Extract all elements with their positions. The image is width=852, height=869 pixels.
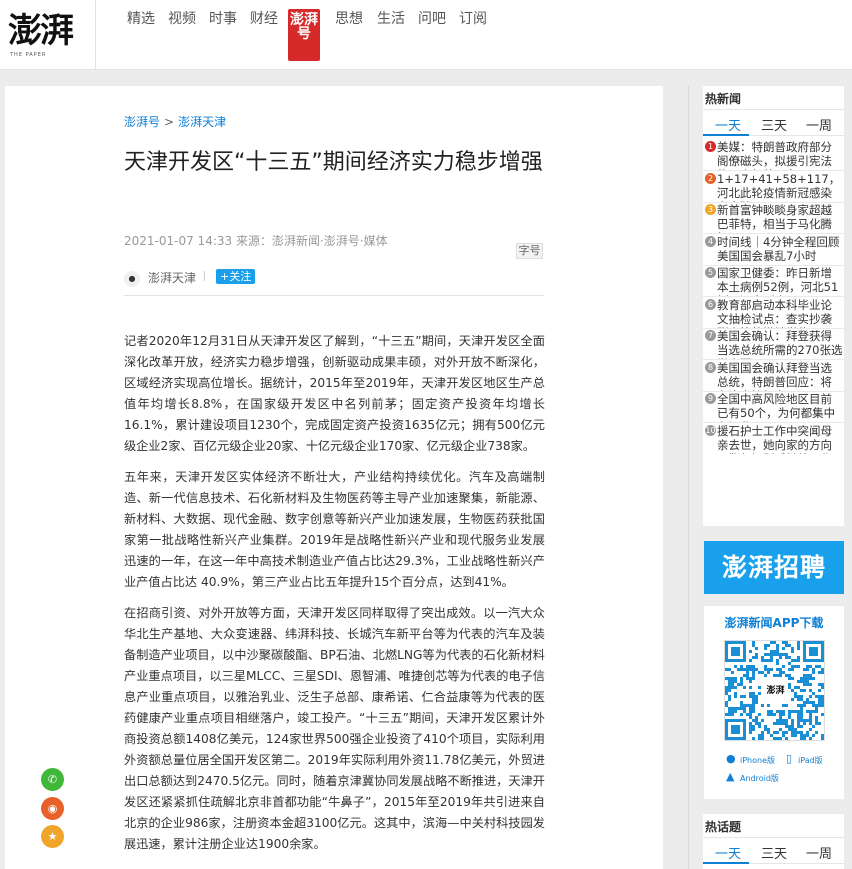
font-size-button[interactable]: 字号	[516, 243, 543, 259]
hot-news-title: 热新闻	[703, 86, 844, 110]
hot-news-rank: 4	[705, 235, 716, 247]
article-meta: 2021-01-07 14:33 来源：澎湃新闻·澎湃号·媒体	[124, 234, 388, 248]
breadcrumb-pengpai-hao[interactable]: 澎湃号	[124, 115, 160, 129]
hot-topics-tabs: 一天 三天 一周	[703, 838, 844, 864]
logo-text[interactable]: 澎湃	[8, 14, 74, 48]
nav-item-finance[interactable]: 财经	[248, 12, 280, 26]
nav-item-video[interactable]: 视频	[166, 12, 198, 26]
tab-active-underline	[703, 862, 749, 864]
hot-news-title[interactable]: 全国中高风险地区目前已有50个，为何都集中在河北？	[717, 392, 843, 422]
logo-subtitle: THE PAPER	[10, 52, 47, 58]
hot-news-title[interactable]: 美国国会确认拜登当选总统，特朗普回应：将有序交接权力	[717, 361, 843, 391]
tab-one-day[interactable]: 一天	[715, 843, 741, 862]
hot-news-title[interactable]: 美媒：特朗普政府部分阁僚磁头，拟援引宪法修正案赶他下台	[717, 140, 843, 170]
author-avatar[interactable]: ●	[124, 271, 140, 287]
hot-news-item[interactable]: 21+17+41+58+117，河北此轮疫情新冠感染者突破	[705, 172, 844, 202]
hot-news-rank: 8	[705, 361, 716, 373]
nav-item-subscribe[interactable]: 订阅	[457, 12, 489, 26]
nav-item-life[interactable]: 生活	[375, 12, 407, 26]
nav-item-featured[interactable]: 精选	[125, 12, 157, 26]
hot-news-title[interactable]: 时间线｜4分钟全程回顾美国国会暴乱7小时	[717, 235, 843, 263]
nav-item-news[interactable]: 时事	[207, 12, 239, 26]
breadcrumb-separator: >	[164, 115, 175, 129]
breadcrumb-pengpai-tianjin[interactable]: 澎湃天津	[178, 115, 226, 129]
hot-news-item[interactable]: 4 时间线｜4分钟全程回顾美国国会暴乱7小时	[705, 235, 844, 265]
tab-one-week[interactable]: 一周	[806, 115, 832, 134]
weibo-icon[interactable]: ◉	[41, 797, 64, 820]
author-bar: ● 澎湃天津 +关注	[124, 266, 544, 296]
hot-news-item[interactable]: 3新首富钟睒睒身家超越巴菲特，相当于马化腾加马云	[705, 203, 844, 233]
ipad-download-link[interactable]: iPad版	[798, 755, 823, 766]
article-container: 澎湃号 > 澎湃天津 天津开发区“十三五”期间经济实力稳步增强 2021-01-07…	[5, 86, 663, 869]
sidebar-divider	[688, 86, 689, 869]
article-body: 记者2020年12月31日从天津开发区了解到，“十三五”期间，天津开发区全面深化…	[124, 331, 545, 865]
recruitment-banner[interactable]: 澎湃招聘	[704, 541, 844, 594]
nav-item-pengpai-hao[interactable]: 澎湃号	[288, 9, 320, 61]
hot-news-title[interactable]: 美国会确认：拜登获得当选总统所需的270张选举人票	[717, 329, 843, 359]
tab-three-days[interactable]: 三天	[761, 843, 787, 862]
ipad-icon: ▯	[786, 752, 793, 765]
hot-news-rank: 9	[705, 393, 716, 404]
hot-news-rank: 6	[705, 298, 716, 310]
hot-news-panel: 热新闻 一天 三天 一周 1美媒：特朗普政府部分阁僚磁头，拟援引宪法修正案赶他下…	[703, 86, 844, 526]
hot-news-title[interactable]: 教育部启动本科毕业论文抽检试点：查实抄袭剽窃等将撤销学位	[717, 298, 843, 328]
tab-three-days[interactable]: 三天	[761, 115, 787, 134]
hot-news-rank: 1	[705, 141, 716, 152]
app-download-title[interactable]: 澎湃新闻APP下载	[704, 614, 844, 631]
qr-center-logo: 澎湃	[763, 679, 788, 704]
hot-topics-panel: 热话题 一天 三天 一周	[703, 814, 844, 869]
hot-news-tabs: 一天 三天 一周	[703, 110, 844, 136]
wechat-icon[interactable]: ✆	[41, 768, 64, 791]
android-download-link[interactable]: Android版	[740, 773, 779, 784]
hot-news-item[interactable]: 10援石护士工作中突闻母亲去世，她向家的方向三鞠躬泪别后继续工作	[705, 424, 844, 454]
tab-one-week[interactable]: 一周	[806, 843, 832, 862]
breadcrumb: 澎湃号 > 澎湃天津	[124, 113, 226, 130]
hot-topics-title: 热话题	[703, 814, 844, 838]
nav-item-ideas[interactable]: 思想	[333, 12, 365, 26]
iphone-download-link[interactable]: iPhone版	[740, 755, 775, 766]
article-paragraph: 记者2020年12月31日从天津开发区了解到，“十三五”期间，天津开发区全面深化…	[124, 334, 545, 453]
hot-news-rank: 2	[705, 172, 716, 184]
hot-news-item[interactable]: 8美国国会确认拜登当选总统，特朗普回应：将有序交接权力	[705, 361, 844, 391]
hot-news-title[interactable]: 1+17+41+58+117，河北此轮疫情新冠感染者突破	[717, 172, 843, 202]
author-name[interactable]: 澎湃天津	[148, 269, 196, 286]
tab-one-day[interactable]: 一天	[715, 115, 741, 134]
hot-news-rank: 7	[705, 330, 716, 341]
author-divider	[204, 271, 205, 281]
hot-news-item[interactable]: 9全国中高风险地区目前已有50个，为何都集中在河北？	[705, 392, 844, 422]
android-icon: ▲	[726, 770, 735, 783]
hot-news-item[interactable]: 7美国会确认：拜登获得当选总统所需的270张选举人票	[705, 329, 844, 359]
follow-button[interactable]: +关注	[216, 269, 256, 284]
tab-active-underline	[703, 134, 749, 136]
app-download-panel: 澎湃新闻APP下载 澎湃 ● iPhone版 ▯ iPad版 ▲ Android…	[704, 606, 844, 799]
hot-news-rank: 3	[705, 204, 716, 215]
nav-item-ask[interactable]: 问吧	[416, 12, 448, 26]
article-paragraph: 在招商引资、对外开放等方面，天津开发区同样取得了突出成效。以一汽大众华北生产基地…	[124, 606, 545, 851]
article-title: 天津开发区“十三五”期间经济实力稳步增强	[124, 150, 543, 175]
article-paragraph: 五年来，天津开发区实体经济不断壮大，产业结构持续优化。汽车及高端制造、新一代信息…	[124, 470, 545, 589]
qr-code: 澎湃	[724, 640, 825, 741]
hot-news-rank: 5	[705, 267, 716, 278]
apple-icon: ●	[726, 752, 736, 765]
hot-news-item[interactable]: 1美媒：特朗普政府部分阁僚磁头，拟援引宪法修正案赶他下台	[705, 140, 844, 170]
hot-news-title[interactable]: 新首富钟睒睒身家超越巴菲特，相当于马化腾加马云	[717, 203, 843, 233]
hot-news-item[interactable]: 5国家卫健委：昨日新增本土病例52例，河北51例，辽宁1例	[705, 266, 844, 296]
hot-news-title[interactable]: 国家卫健委：昨日新增本土病例52例，河北51例，辽宁1例	[717, 266, 843, 296]
hot-news-title[interactable]: 援石护士工作中突闻母亲去世，她向家的方向三鞠躬泪别后继续工作	[717, 424, 843, 454]
site-header: 澎湃 THE PAPER 精选 视频 时事 财经 澎湃号 思想 生活 问吧 订阅	[0, 0, 852, 70]
hot-news-item[interactable]: 6教育部启动本科毕业论文抽检试点：查实抄袭剽窃等将撤销学位	[705, 298, 844, 328]
favorite-icon[interactable]: ★	[41, 825, 64, 848]
hot-news-rank: 10	[705, 424, 716, 436]
logo[interactable]: 澎湃 THE PAPER	[0, 0, 96, 70]
